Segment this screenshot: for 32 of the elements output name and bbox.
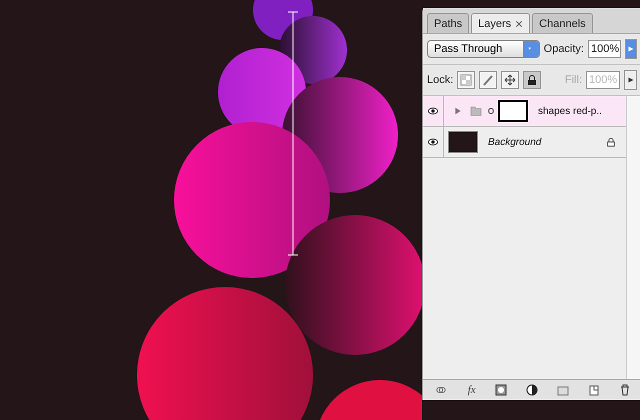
lock-toggle[interactable] bbox=[501, 71, 520, 89]
fill-arrow-button[interactable] bbox=[624, 70, 637, 90]
lock-icon bbox=[526, 74, 538, 86]
right-arrow-icon bbox=[628, 76, 634, 84]
panel-tab[interactable]: Layers bbox=[471, 13, 530, 33]
lock-toggle[interactable] bbox=[479, 71, 498, 89]
mask-icon bbox=[494, 384, 507, 396]
layer-name: Background bbox=[488, 136, 542, 148]
layer-name: shapes red-p.. bbox=[538, 106, 603, 116]
layer-row[interactable]: shapes red-p.. bbox=[423, 96, 626, 127]
new-layer-icon bbox=[588, 384, 600, 396]
layer-style-button[interactable]: fx bbox=[468, 384, 476, 396]
right-arrow-icon bbox=[628, 45, 634, 53]
panel-tab[interactable]: Paths bbox=[427, 13, 470, 33]
fill-label: Fill: bbox=[564, 74, 582, 86]
trash-icon bbox=[619, 384, 632, 396]
blend-mode-dropdown[interactable]: Pass Through bbox=[427, 40, 540, 58]
checker-icon bbox=[460, 74, 472, 86]
lock-label: Lock: bbox=[427, 74, 454, 86]
layer-thumbnail bbox=[448, 131, 478, 153]
lock-toggle[interactable] bbox=[457, 71, 476, 89]
opacity-field[interactable]: 100% bbox=[588, 40, 621, 58]
opacity-arrow-button[interactable] bbox=[624, 39, 637, 59]
opacity-label: Opacity: bbox=[544, 43, 584, 55]
brush-icon bbox=[482, 74, 494, 86]
layer-row[interactable]: Background bbox=[423, 127, 626, 158]
scrollbar[interactable] bbox=[626, 96, 640, 379]
half-circle-icon bbox=[526, 384, 538, 396]
layer-mask-thumbnail bbox=[498, 100, 528, 122]
lock-toggle[interactable] bbox=[523, 71, 542, 89]
move-icon bbox=[504, 74, 516, 86]
panel-tab[interactable]: Channels bbox=[532, 13, 593, 33]
